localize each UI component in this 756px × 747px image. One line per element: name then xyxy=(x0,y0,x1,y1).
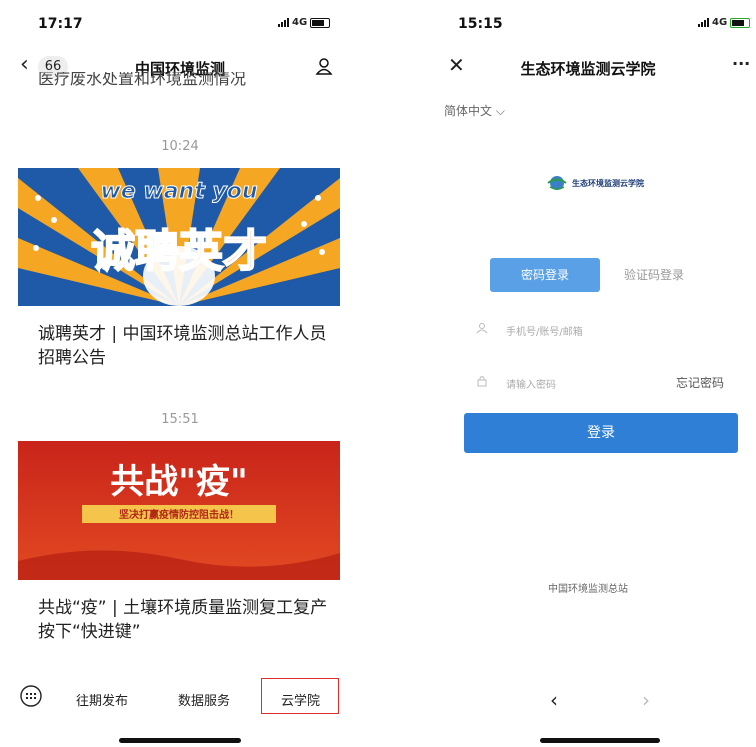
article-time: 10:24 xyxy=(161,139,199,154)
profile-icon[interactable] xyxy=(314,56,334,76)
banner-heading: we want you xyxy=(100,179,257,204)
lock-icon xyxy=(477,376,487,387)
academy-logo: 生态环境监测云学院 xyxy=(546,174,644,192)
language-label: 简体中文 xyxy=(444,104,493,118)
footer-org: 中国环境监测总站 xyxy=(548,584,628,595)
account-input[interactable]: 手机号/账号/邮箱 xyxy=(506,323,583,338)
truncated-article-text: 医疗废水处置和环境监测情况 xyxy=(38,72,247,88)
forgot-password-link[interactable]: 忘记密码 xyxy=(676,374,724,391)
banner-subtitle: 坚决打赢疫情防控阻击战！ xyxy=(119,508,239,521)
status-indicators: 4G xyxy=(698,17,751,28)
selected-menu-highlight xyxy=(261,678,339,714)
language-selector[interactable]: 简体中文 ⌵ xyxy=(444,102,505,119)
signal-icon xyxy=(698,18,709,27)
back-nav-icon[interactable]: ‹ xyxy=(550,688,558,712)
password-input[interactable]: 请输入密码 xyxy=(506,376,556,391)
network-label: 4G xyxy=(712,17,728,28)
battery-icon xyxy=(730,17,751,28)
status-time: 17:17 xyxy=(38,16,83,32)
article-title[interactable]: 诚聘英才 | 中国环境监测总站工作人员招聘公告 xyxy=(38,322,338,370)
status-indicators: 4G xyxy=(278,17,331,28)
chevron-down-icon: ⌵ xyxy=(495,104,505,118)
wechat-article-list-screen: 17:17 4G ‹ 66 中国环境监测 医疗废水处置和环境监测情况 10:24… xyxy=(0,0,360,747)
forward-nav-icon[interactable]: › xyxy=(642,688,650,712)
banner-slogan: 共战"疫" xyxy=(110,462,247,502)
status-time: 15:15 xyxy=(458,16,503,32)
menu-past-releases[interactable]: 往期发布 xyxy=(76,690,128,709)
network-label: 4G xyxy=(292,17,308,28)
tab-code-login[interactable]: 验证码登录 xyxy=(624,266,684,283)
login-button[interactable]: 登录 xyxy=(464,413,738,453)
home-indicator[interactable] xyxy=(119,738,241,743)
signal-icon xyxy=(278,18,289,27)
tab-password-login[interactable]: 密码登录 xyxy=(490,258,600,292)
article-time: 15:51 xyxy=(161,412,199,427)
page-title: 生态环境监测云学院 xyxy=(520,60,656,78)
recruitment-banner-image[interactable]: we want you 诚聘英才 xyxy=(18,168,340,306)
globe-logo-icon xyxy=(547,176,567,190)
cloud-academy-login-screen: 15:15 4G ✕ 生态环境监测云学院 ··· 简体中文 ⌵ 生态环境监测云学… xyxy=(420,0,756,747)
epidemic-banner-image[interactable]: 共战"疫" 坚决打赢疫情防控阻击战！ xyxy=(18,441,340,580)
battery-icon xyxy=(310,17,331,28)
keyboard-icon[interactable] xyxy=(20,685,42,707)
home-indicator[interactable] xyxy=(540,738,660,743)
article-title[interactable]: 共战“疫” | 土壤环境质量监测复工复产按下“快进键” xyxy=(38,596,338,644)
user-icon xyxy=(476,323,488,334)
more-icon[interactable]: ··· xyxy=(732,54,750,73)
menu-data-service[interactable]: 数据服务 xyxy=(178,690,230,709)
banner-slogan: 诚聘英才 xyxy=(91,226,267,277)
logo-text: 生态环境监测云学院 xyxy=(572,178,644,188)
